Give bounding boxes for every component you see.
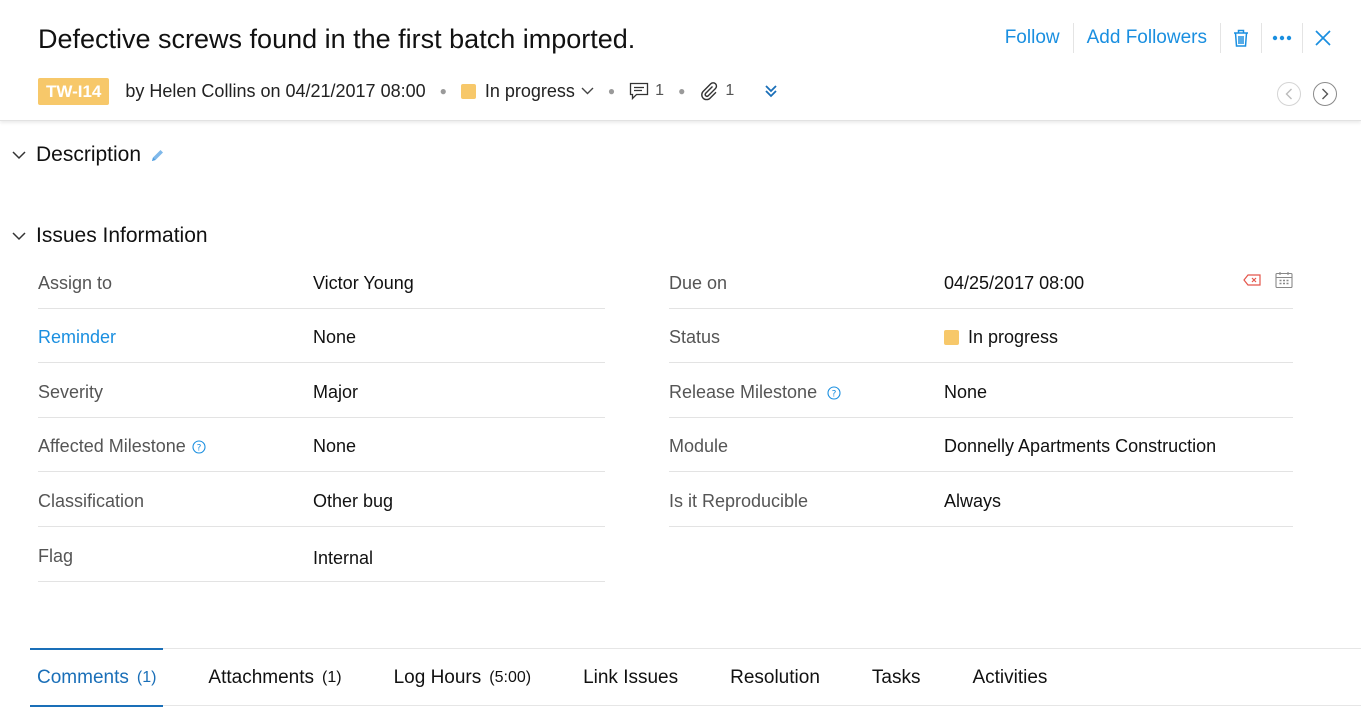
status-label: In progress xyxy=(484,80,575,101)
expand-more-icon[interactable] xyxy=(764,84,778,98)
field-label: Affected Milestone ? xyxy=(38,436,206,457)
issues-information-heading: Issues Information xyxy=(36,224,208,247)
reminder-link[interactable]: Reminder xyxy=(38,327,116,348)
separator-dot: ● xyxy=(678,84,686,98)
issue-header: Defective screws found in the first batc… xyxy=(0,0,1361,121)
description-section-toggle[interactable]: Description xyxy=(12,143,165,167)
field-classification: Classification Other bug xyxy=(38,473,605,527)
tab-label: Tasks xyxy=(871,666,921,688)
field-severity: Severity Major xyxy=(38,364,605,418)
attachment-count: 1 xyxy=(725,82,735,99)
status-value: In progress xyxy=(968,327,1059,347)
issues-information-section-toggle[interactable]: Issues Information xyxy=(12,224,208,248)
release-milestone-value[interactable]: None xyxy=(944,382,987,403)
tab-count: (5:00) xyxy=(489,668,532,686)
more-icon[interactable] xyxy=(1262,23,1302,53)
field-label: Is it Reproducible xyxy=(669,491,809,511)
tab-label: Attachments xyxy=(208,666,315,688)
field-label: Module xyxy=(669,436,729,456)
field-assign-to: Assign to Victor Young xyxy=(38,255,605,309)
field-label: Status xyxy=(669,327,721,347)
prev-icon[interactable] xyxy=(1277,82,1301,106)
chevron-down-icon xyxy=(12,231,26,241)
tab-count: (1) xyxy=(136,668,157,686)
tab-comments[interactable]: Comments (1) xyxy=(30,648,164,707)
tab-count: (1) xyxy=(322,668,342,686)
field-affected-milestone: Affected Milestone ? None xyxy=(38,418,605,472)
tab-label: Comments xyxy=(37,666,129,688)
status-color-swatch xyxy=(460,83,476,99)
tab-tasks[interactable]: Tasks xyxy=(865,649,928,706)
field-release-milestone: Release Milestone ? None xyxy=(669,364,1293,418)
tab-activities[interactable]: Activities xyxy=(965,649,1054,706)
field-reminder: Reminder None xyxy=(38,309,605,363)
reproducible-value[interactable]: Always xyxy=(944,491,1001,512)
comment-icon xyxy=(629,82,649,101)
record-navigation xyxy=(1277,82,1337,106)
field-module: Module Donnelly Apartments Construction xyxy=(669,418,1293,472)
reminder-value[interactable]: None xyxy=(313,327,356,348)
affected-milestone-label: Affected Milestone xyxy=(38,436,186,456)
field-label: Classification xyxy=(38,491,145,511)
status-field[interactable]: In progress xyxy=(944,327,1058,348)
flag-value[interactable]: Internal xyxy=(313,548,373,569)
issue-meta: TW-I14 by Helen Collins on 04/21/2017 08… xyxy=(38,77,778,105)
help-icon[interactable]: ? xyxy=(192,439,206,454)
tab-resolution[interactable]: Resolution xyxy=(723,649,827,706)
pencil-icon[interactable] xyxy=(150,148,165,163)
tab-link-issues[interactable]: Link Issues xyxy=(576,649,685,706)
release-milestone-label: Release Milestone xyxy=(669,382,818,402)
tab-attachments[interactable]: Attachments (1) xyxy=(201,649,348,706)
tab-label: Link Issues xyxy=(583,666,679,688)
affected-milestone-value[interactable]: None xyxy=(313,436,356,457)
field-label: Due on xyxy=(669,273,728,293)
help-icon[interactable]: ? xyxy=(827,385,841,400)
field-due-on: Due on 04/25/2017 08:00 xyxy=(669,255,1293,309)
field-label: Release Milestone ? xyxy=(669,382,841,403)
status-dropdown[interactable]: In progress xyxy=(460,80,594,102)
chevron-down-icon xyxy=(581,87,594,95)
description-heading: Description xyxy=(36,143,142,166)
attachments-count[interactable]: 1 xyxy=(699,81,734,101)
tab-label: Log Hours xyxy=(393,666,482,688)
tab-label: Resolution xyxy=(730,666,820,688)
field-flag: Flag Internal xyxy=(38,528,605,582)
field-label: Flag xyxy=(38,546,74,566)
field-status: Status In progress xyxy=(669,309,1293,363)
status-color-swatch xyxy=(944,330,959,345)
field-label: Assign to xyxy=(38,273,113,293)
close-icon[interactable] xyxy=(1303,23,1343,53)
severity-value[interactable]: Major xyxy=(313,382,358,403)
trash-icon[interactable] xyxy=(1221,23,1261,53)
svg-text:?: ? xyxy=(196,443,201,453)
comment-count: 1 xyxy=(655,82,665,99)
tab-log-hours[interactable]: Log Hours (5:00) xyxy=(387,649,538,706)
reported-by: by Helen Collins on 04/21/2017 08:00 xyxy=(125,80,426,101)
header-actions: Follow Add Followers xyxy=(992,22,1343,54)
chevron-down-icon xyxy=(12,150,26,160)
paperclip-icon xyxy=(699,81,719,101)
due-date-actions xyxy=(1243,271,1293,289)
issue-key-badge: TW-I14 xyxy=(38,77,110,105)
separator-dot: ● xyxy=(439,84,447,98)
classification-value[interactable]: Other bug xyxy=(313,491,393,512)
module-value[interactable]: Donnelly Apartments Construction xyxy=(944,436,1216,457)
page-title: Defective screws found in the first batc… xyxy=(38,24,636,54)
next-icon[interactable] xyxy=(1313,82,1337,106)
due-date-value[interactable]: 04/25/2017 08:00 xyxy=(944,273,1084,294)
tab-label: Activities xyxy=(972,666,1048,688)
assignee-value[interactable]: Victor Young xyxy=(313,273,414,294)
svg-text:?: ? xyxy=(832,389,837,399)
detail-tabs: Comments (1) Attachments (1) Log Hours (… xyxy=(30,648,1361,707)
clear-icon[interactable] xyxy=(1243,274,1261,286)
add-followers-button[interactable]: Add Followers xyxy=(1074,27,1220,49)
follow-button[interactable]: Follow xyxy=(992,27,1073,49)
calendar-icon[interactable] xyxy=(1275,271,1293,289)
comments-count[interactable]: 1 xyxy=(629,82,664,101)
field-reproducible: Is it Reproducible Always xyxy=(669,473,1293,527)
field-label: Severity xyxy=(38,382,104,402)
separator-dot: ● xyxy=(607,84,616,98)
